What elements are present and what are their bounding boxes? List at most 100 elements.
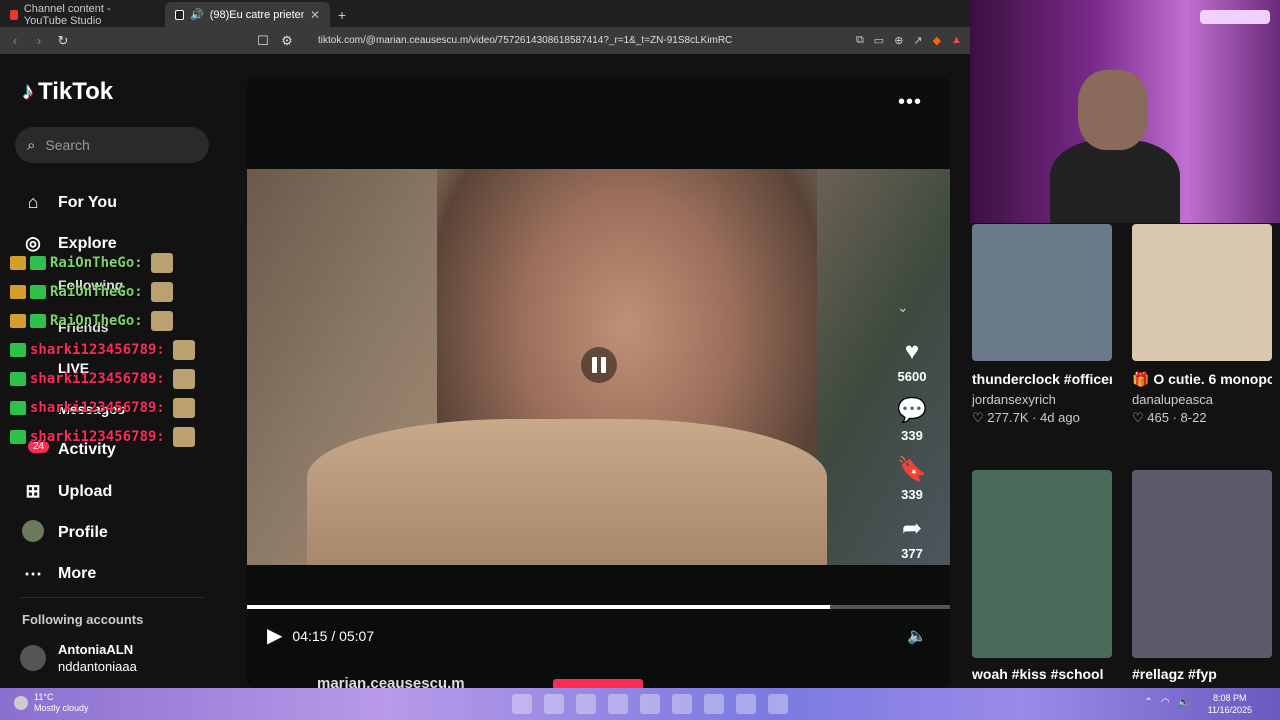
youtube-icon bbox=[10, 9, 18, 20]
cast-icon[interactable]: ▭ bbox=[874, 34, 884, 47]
action-bar: ♥ 5600 💬 339 🔖 339 ➦ 377 bbox=[887, 339, 937, 575]
video-player[interactable]: ••• ⌄ ♥ 5600 💬 339 🔖 339 ➦ 377 ▶ 04:15 / 05:… bbox=[247, 77, 950, 688]
steam-icon[interactable] bbox=[704, 694, 724, 714]
volume-icon[interactable]: 🔈 bbox=[907, 626, 927, 646]
chat-username: RaiOnTheGo: bbox=[50, 312, 143, 329]
new-tab-button[interactable]: + bbox=[330, 2, 354, 27]
following-accounts-title: Following accounts bbox=[22, 612, 144, 627]
tab-tiktok[interactable]: 🔊 (98)Eu catre prietenul Simion ✕ bbox=[165, 2, 330, 27]
chat-username: sharki123456789: bbox=[30, 399, 165, 416]
bookmark-icon[interactable]: ☐ bbox=[256, 33, 270, 49]
search-icon: ⌕ bbox=[27, 136, 36, 154]
brave-icon[interactable] bbox=[672, 694, 692, 714]
rewards-icon[interactable]: ▲ bbox=[951, 34, 962, 47]
pause-button[interactable] bbox=[581, 347, 617, 383]
chat-badge bbox=[10, 284, 26, 299]
share-icon: ➦ bbox=[901, 515, 923, 542]
chat-badge bbox=[30, 255, 46, 270]
following-account[interactable]: AntoniaALN nddantoniaaa bbox=[20, 641, 137, 675]
account-text: AntoniaALN nddantoniaaa bbox=[58, 641, 137, 675]
clock-time: 8:08 PM bbox=[1213, 693, 1247, 703]
chat-emote bbox=[172, 426, 195, 447]
chat-line: sharki123456789: bbox=[10, 422, 242, 451]
nav-upload[interactable]: ⊞ Upload bbox=[22, 471, 125, 512]
translate-icon[interactable]: ⧉ bbox=[856, 34, 864, 47]
clock[interactable]: 8:08 PM 11/16/2025 bbox=[1208, 692, 1252, 716]
chrome-icon[interactable] bbox=[608, 694, 628, 714]
forward-icon[interactable]: › bbox=[32, 33, 46, 48]
url-field[interactable]: tiktok.com/@marian.ceausescu.m/video/757… bbox=[318, 35, 846, 46]
play-icon[interactable]: ▶ bbox=[267, 623, 282, 648]
progress-fill bbox=[247, 605, 831, 609]
file-explorer-icon[interactable] bbox=[640, 694, 660, 714]
card-meta: ♡ 277.7K · 4d ago bbox=[972, 410, 1080, 425]
tiktok-icon bbox=[175, 9, 184, 20]
chat-badge bbox=[10, 400, 26, 415]
comment-count: 339 bbox=[901, 428, 923, 443]
logo-text: TikTok bbox=[38, 78, 114, 105]
search-input[interactable] bbox=[45, 137, 186, 153]
discord-icon[interactable] bbox=[768, 694, 788, 714]
like-action[interactable]: ♥ 5600 bbox=[887, 338, 937, 385]
video-thumbnail[interactable] bbox=[1132, 470, 1272, 658]
reload-icon[interactable]: ↻ bbox=[56, 33, 70, 49]
nav-for-you[interactable]: ⌂ For You bbox=[22, 182, 125, 223]
video-thumbnail[interactable] bbox=[1132, 224, 1272, 361]
chat-emote bbox=[150, 252, 173, 273]
close-tab-icon[interactable]: ✕ bbox=[310, 8, 320, 22]
task-view-icon[interactable] bbox=[544, 694, 564, 714]
zoom-icon[interactable]: ⊕ bbox=[894, 34, 903, 47]
nav-label: For You bbox=[58, 193, 117, 211]
share-icon[interactable]: ↗ bbox=[913, 34, 922, 47]
chevron-up-icon[interactable]: ⌃ bbox=[1144, 697, 1152, 708]
chevron-down-icon[interactable]: ⌄ bbox=[897, 299, 909, 316]
card-user[interactable]: jordansexyrich bbox=[972, 392, 1112, 407]
video-thumbnail[interactable] bbox=[972, 470, 1112, 658]
author-name[interactable]: marian.ceausescu.m bbox=[317, 675, 465, 688]
brave-shield-icon[interactable]: ◆ bbox=[933, 34, 941, 47]
volume-icon[interactable]: 🔈 bbox=[1178, 697, 1190, 708]
video-thumbnail[interactable] bbox=[972, 224, 1112, 361]
progress-bar[interactable] bbox=[247, 605, 950, 609]
wifi-icon[interactable]: ◠ bbox=[1161, 697, 1170, 708]
tab-youtube-studio[interactable]: Channel content - YouTube Studio bbox=[0, 2, 165, 27]
card-user[interactable]: danalupeasca bbox=[1132, 392, 1272, 407]
chat-badge bbox=[30, 284, 46, 299]
video-card[interactable]: #rellagz #fyp bbox=[1132, 470, 1272, 685]
video-card[interactable]: woah #kiss #school bbox=[972, 470, 1112, 685]
windows-start-icon[interactable] bbox=[512, 694, 532, 714]
terminal-icon[interactable] bbox=[736, 694, 756, 714]
chat-line: sharki123456789: bbox=[10, 393, 242, 422]
card-title: 🎁 O cutie. 6 monoportii. Minim ... bbox=[1132, 371, 1272, 387]
video-card[interactable]: thunderclock #officer #school... jordans… bbox=[972, 224, 1112, 426]
comment-action[interactable]: 💬 339 bbox=[887, 398, 937, 444]
video-frame[interactable] bbox=[247, 169, 950, 565]
chat-emote bbox=[172, 339, 195, 360]
nav-more[interactable]: ⋯ More bbox=[22, 554, 125, 595]
follow-button[interactable] bbox=[553, 679, 643, 688]
stream-chat-overlay: RaiOnTheGo: RaiOnTheGo: RaiOnTheGo: shar… bbox=[10, 248, 242, 451]
weather-widget[interactable]: 11°C Mostly cloudy bbox=[14, 692, 89, 714]
more-options-icon[interactable]: ••• bbox=[898, 91, 922, 114]
tiktok-logo[interactable]: ♪ TikTok bbox=[22, 78, 113, 106]
site-settings-icon[interactable]: ⚙ bbox=[280, 33, 294, 49]
clock-date: 11/16/2025 bbox=[1207, 705, 1252, 715]
tiktok-note-icon: ♪ bbox=[22, 78, 34, 105]
save-action[interactable]: 🔖 339 bbox=[887, 457, 937, 503]
chat-badge bbox=[10, 429, 26, 444]
more-icon: ⋯ bbox=[24, 563, 42, 584]
chat-line: RaiOnTheGo: bbox=[10, 248, 242, 277]
app-icon[interactable] bbox=[576, 694, 596, 714]
save-count: 339 bbox=[901, 487, 923, 502]
nav-profile[interactable]: Profile bbox=[22, 512, 125, 553]
chat-username: RaiOnTheGo: bbox=[50, 283, 143, 300]
search-box[interactable]: ⌕ bbox=[15, 127, 209, 163]
post-age: 4d ago bbox=[1040, 410, 1080, 425]
chat-emote bbox=[150, 281, 173, 302]
nav-label: More bbox=[58, 565, 97, 583]
like-count: 465 bbox=[1147, 410, 1169, 425]
heart-icon: ♥ bbox=[904, 338, 920, 365]
video-card[interactable]: 🎁 O cutie. 6 monoportii. Minim ... danal… bbox=[1132, 224, 1272, 426]
back-icon[interactable]: ‹ bbox=[8, 33, 22, 48]
share-action[interactable]: ➦ 377 bbox=[887, 515, 937, 562]
